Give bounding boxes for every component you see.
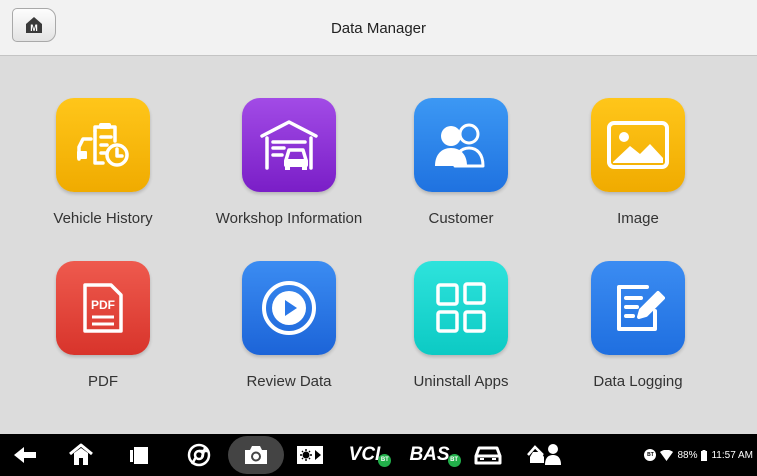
apps-grid-icon	[414, 261, 508, 355]
pdf-icon-text: PDF	[91, 298, 115, 312]
recent-apps-button[interactable]	[125, 434, 153, 476]
vci-label: VCI	[348, 444, 381, 465]
camera-button[interactable]	[228, 436, 284, 474]
pdf-icon: PDF	[56, 261, 150, 355]
bas-bluetooth-badge: BT	[447, 453, 461, 467]
status-area: BT 88% 11:57 AM	[644, 434, 753, 476]
home-nav-icon	[69, 443, 93, 465]
vehicle-history-icon	[56, 98, 150, 192]
app-customer[interactable]: Customer	[371, 98, 551, 258]
app-pdf[interactable]: PDF PDF	[13, 261, 193, 421]
app-label: PDF	[88, 373, 118, 390]
app-vehicle-history[interactable]: Vehicle History	[13, 98, 193, 258]
app-label: Image	[617, 210, 659, 227]
browser-icon	[187, 443, 211, 467]
app-data-logging[interactable]: Data Logging	[548, 261, 728, 421]
wifi-icon	[660, 449, 674, 461]
image-icon	[591, 98, 685, 192]
service-button[interactable]	[524, 434, 564, 476]
page-title: Data Manager	[330, 20, 427, 37]
edit-note-icon	[591, 261, 685, 355]
app-label: Uninstall Apps	[413, 373, 509, 390]
customer-icon	[414, 98, 508, 192]
display-icon	[297, 446, 323, 464]
title-bar: M Data Manager	[0, 0, 757, 56]
app-label: Review Data	[246, 373, 332, 390]
workshop-icon	[242, 98, 336, 192]
back-icon	[14, 447, 36, 463]
battery-icon	[701, 449, 708, 461]
app-workshop-information[interactable]: Workshop Information	[199, 98, 379, 258]
bas-button[interactable]: BAS BT	[408, 434, 462, 476]
app-label: Workshop Information	[215, 210, 363, 227]
home-nav-button[interactable]	[66, 434, 96, 476]
vci-bluetooth-badge: BT	[378, 453, 392, 467]
app-image[interactable]: Image	[548, 98, 728, 258]
battery-percent: 88%	[677, 449, 698, 461]
mechanic-car-icon	[527, 444, 561, 465]
app-review-data[interactable]: Review Data	[199, 261, 379, 421]
recent-apps-icon	[130, 447, 148, 464]
app-grid: Vehicle History Workshop Information Cus…	[0, 57, 757, 434]
play-icon	[242, 261, 336, 355]
bluetooth-icon: BT	[644, 449, 657, 461]
app-label: Vehicle History	[53, 210, 153, 227]
system-nav-bar: VCI BT BAS BT BT 88% 11:57 AM	[0, 434, 757, 476]
car-icon	[474, 446, 502, 465]
app-uninstall-apps[interactable]: Uninstall Apps	[371, 261, 551, 421]
clock: 11:57 AM	[711, 449, 753, 461]
vci-button[interactable]: VCI BT	[345, 434, 395, 476]
app-label: Data Logging	[593, 373, 683, 390]
display-settings-button[interactable]	[293, 434, 327, 476]
vehicle-button[interactable]	[470, 434, 506, 476]
back-button[interactable]	[10, 434, 40, 476]
app-label: Customer	[428, 210, 494, 227]
bas-label: BAS	[409, 444, 450, 465]
browser-button[interactable]	[184, 434, 214, 476]
camera-icon	[245, 446, 267, 464]
